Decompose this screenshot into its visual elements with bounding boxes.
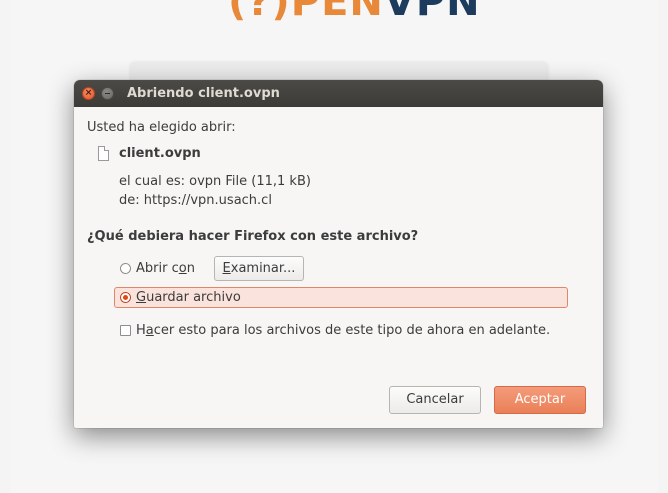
file-icon xyxy=(98,146,109,161)
save-file-radio[interactable] xyxy=(120,292,131,303)
remember-checkbox[interactable] xyxy=(120,325,131,336)
dialog-title: Abriendo client.ovpn xyxy=(127,86,280,101)
remember-label[interactable]: Hacer esto para los archivos de este tip… xyxy=(136,323,550,338)
openvpn-logo: (?)PENVPN xyxy=(228,0,481,25)
browse-button[interactable]: Examinar... xyxy=(214,256,304,281)
cancel-button[interactable]: Cancelar xyxy=(389,386,481,414)
download-dialog: × Abriendo client.ovpn Usted ha elegido … xyxy=(74,80,603,428)
file-name: client.ovpn xyxy=(119,146,201,161)
close-icon[interactable]: × xyxy=(82,87,95,100)
open-with-radio[interactable] xyxy=(120,263,131,274)
open-with-label[interactable]: Abrir con xyxy=(136,261,195,276)
intro-text: Usted ha elegido abrir: xyxy=(87,120,236,135)
file-type-text: el cual es: ovpn File (11,1 kB) xyxy=(119,174,311,189)
minimize-icon[interactable] xyxy=(101,87,114,100)
question-heading: ¿Qué debiera hacer Firefox con este arch… xyxy=(87,229,419,244)
accept-button[interactable]: Aceptar xyxy=(494,386,586,414)
file-source-text: de: https://vpn.usach.cl xyxy=(119,193,272,208)
dialog-titlebar: × Abriendo client.ovpn xyxy=(74,80,603,107)
save-file-label[interactable]: Guardar archivo xyxy=(136,290,241,305)
